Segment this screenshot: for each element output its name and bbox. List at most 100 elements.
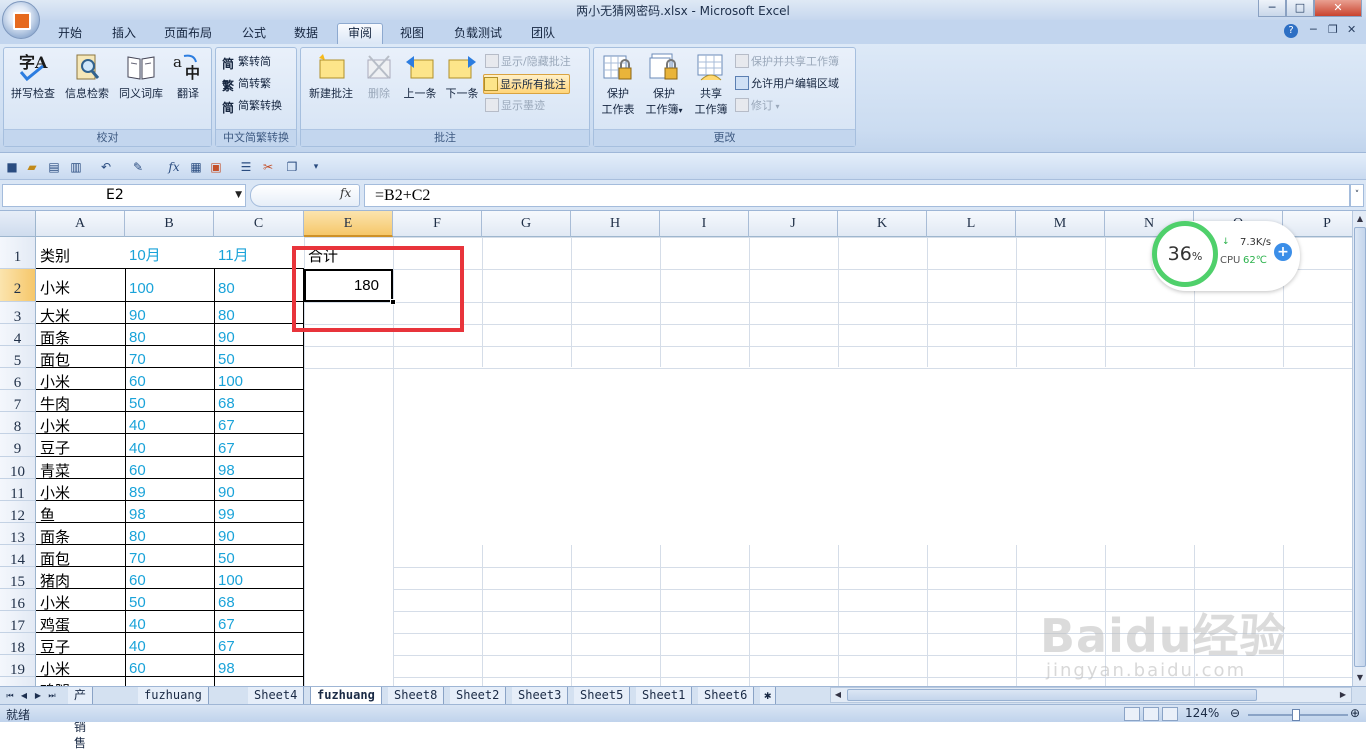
expand-formula-bar-icon[interactable]: ˅ bbox=[1350, 184, 1364, 207]
sheet-tab-6[interactable]: Sheet3 bbox=[512, 687, 569, 704]
show-hide-comment-button[interactable]: 显示/隐藏批注 bbox=[485, 52, 571, 72]
print-icon[interactable]: ▥ bbox=[68, 159, 84, 175]
cell-b14[interactable]: 70 bbox=[125, 545, 214, 567]
cell-b8[interactable]: 40 bbox=[125, 412, 214, 434]
ribbon-restore-icon[interactable]: ❐ bbox=[1328, 23, 1338, 36]
sheet-tab-8[interactable]: Sheet1 bbox=[636, 687, 693, 704]
trad-to-simp-button[interactable]: 简繁转简 bbox=[222, 52, 271, 72]
spell-check-button[interactable]: 字A 拼写检查 bbox=[8, 52, 58, 102]
vertical-scrollbar[interactable]: ▲ ▼ bbox=[1352, 211, 1366, 686]
tab-insert[interactable]: 插入 bbox=[108, 23, 140, 44]
cell-c19[interactable]: 98 bbox=[214, 655, 304, 677]
translate-button[interactable]: a中 翻译 bbox=[168, 52, 208, 102]
column-header-p[interactable]: P bbox=[1283, 211, 1352, 237]
cell-b6[interactable]: 60 bbox=[125, 368, 214, 390]
column-header-i[interactable]: I bbox=[660, 211, 749, 237]
ribbon-close-icon[interactable]: ✕ bbox=[1347, 23, 1356, 36]
column-header-e[interactable]: E bbox=[304, 211, 393, 237]
cell-a16[interactable]: 小米 bbox=[36, 589, 125, 611]
cell-a13[interactable]: 面条 bbox=[36, 523, 125, 545]
row-header-8[interactable]: 8 bbox=[0, 412, 36, 435]
scroll-left-icon[interactable]: ◀ bbox=[832, 688, 844, 702]
thesaurus-button[interactable]: 同义词库 bbox=[116, 52, 166, 102]
cell-b7[interactable]: 50 bbox=[125, 390, 214, 412]
tab-home[interactable]: 开始 bbox=[54, 23, 86, 44]
row-header-20[interactable]: 20 bbox=[0, 677, 36, 686]
name-box[interactable]: E2 ▼ bbox=[2, 184, 246, 207]
cell-c11[interactable]: 90 bbox=[214, 479, 304, 501]
cell-b5[interactable]: 70 bbox=[125, 346, 214, 368]
cell-c2[interactable]: 80 bbox=[214, 269, 304, 302]
research-button[interactable]: 信息检索 bbox=[60, 52, 114, 102]
page-layout-view-icon[interactable] bbox=[1143, 707, 1159, 721]
vertical-scroll-thumb[interactable] bbox=[1354, 227, 1366, 667]
cell-a17[interactable]: 鸡蛋 bbox=[36, 611, 125, 633]
cell-b12[interactable]: 98 bbox=[125, 501, 214, 523]
cell-a3[interactable]: 大米 bbox=[36, 302, 125, 324]
cell-c15[interactable]: 100 bbox=[214, 567, 304, 589]
cell-a9[interactable]: 豆子 bbox=[36, 434, 125, 457]
borders-icon[interactable]: ▦ bbox=[188, 159, 204, 175]
insert-rows-icon[interactable]: ☰ bbox=[238, 159, 254, 175]
tab-review[interactable]: 审阅 bbox=[337, 23, 383, 44]
help-icon[interactable]: ? bbox=[1284, 24, 1298, 38]
cell-b15[interactable]: 60 bbox=[125, 567, 214, 589]
first-sheet-icon[interactable]: ⏮ bbox=[4, 689, 16, 703]
insert-function-button[interactable]: fx bbox=[340, 186, 351, 200]
cut-icon[interactable]: ✂ bbox=[260, 159, 276, 175]
row-header-13[interactable]: 13 bbox=[0, 523, 36, 546]
cell-c7[interactable]: 68 bbox=[214, 390, 304, 412]
cell-b13[interactable]: 80 bbox=[125, 523, 214, 545]
insert-sheet-icon[interactable]: ✱ bbox=[760, 687, 777, 704]
cell-a19[interactable]: 小米 bbox=[36, 655, 125, 677]
row-header-2[interactable]: 2 bbox=[0, 269, 36, 302]
sheet-tab-3[interactable]: fuzhuang bbox=[310, 687, 382, 704]
row-header-3[interactable]: 3 bbox=[0, 302, 36, 325]
cell-b20[interactable] bbox=[125, 677, 214, 686]
tab-page-layout[interactable]: 页面布局 bbox=[160, 23, 216, 44]
row-header-4[interactable]: 4 bbox=[0, 324, 36, 347]
cell-c6[interactable]: 100 bbox=[214, 368, 304, 390]
scroll-down-icon[interactable]: ▼ bbox=[1354, 671, 1366, 685]
chevron-down-icon[interactable]: ▼ bbox=[235, 185, 242, 206]
cell-c17[interactable]: 67 bbox=[214, 611, 304, 633]
cell-c4[interactable]: 90 bbox=[214, 324, 304, 346]
customize-toolbar-icon[interactable]: ▾ bbox=[308, 159, 324, 175]
cell-c13[interactable]: 90 bbox=[214, 523, 304, 545]
cell-c9[interactable]: 67 bbox=[214, 434, 304, 457]
save-icon[interactable]: ■ bbox=[4, 159, 20, 175]
sheet-tab-5[interactable]: Sheet2 bbox=[450, 687, 507, 704]
zoom-out-icon[interactable]: ⊖ bbox=[1230, 706, 1240, 720]
column-header-c[interactable]: C bbox=[214, 211, 304, 237]
cell-a14[interactable]: 面包 bbox=[36, 545, 125, 567]
show-all-comments-button[interactable]: 显示所有批注 bbox=[483, 74, 570, 94]
scroll-right-icon[interactable]: ▶ bbox=[1337, 688, 1349, 702]
column-header-j[interactable]: J bbox=[749, 211, 838, 237]
print-preview-icon[interactable]: ▤ bbox=[46, 159, 62, 175]
share-workbook-button[interactable]: 共享 工作簿 bbox=[689, 52, 733, 118]
row-header-9[interactable]: 9 bbox=[0, 434, 36, 457]
row-header-10[interactable]: 10 bbox=[0, 457, 36, 480]
system-monitor-widget[interactable]: 36% ↓ 7.3K/s CPU 62℃ + bbox=[1152, 221, 1300, 291]
sheet-tab-0[interactable]: 产品销售 bbox=[68, 687, 94, 750]
cell-a7[interactable]: 牛肉 bbox=[36, 390, 125, 412]
cell-c18[interactable]: 67 bbox=[214, 633, 304, 655]
cell-b17[interactable]: 40 bbox=[125, 611, 214, 633]
cell-b2[interactable]: 100 bbox=[125, 269, 214, 302]
row-header-17[interactable]: 17 bbox=[0, 611, 36, 634]
new-comment-button[interactable]: 新建批注 bbox=[305, 52, 357, 102]
cell-b10[interactable]: 60 bbox=[125, 457, 214, 479]
previous-sheet-icon[interactable]: ◀ bbox=[18, 689, 30, 703]
cell-b16[interactable]: 50 bbox=[125, 589, 214, 611]
format-painter-icon[interactable]: ✎ bbox=[130, 159, 146, 175]
cell-c8[interactable]: 67 bbox=[214, 412, 304, 434]
cell-a2[interactable]: 小米 bbox=[36, 269, 125, 302]
show-ink-button[interactable]: 显示墨迹 bbox=[485, 96, 545, 116]
delete-comment-button[interactable]: 删除 bbox=[359, 52, 399, 102]
office-button[interactable] bbox=[2, 1, 40, 39]
copy-icon[interactable]: ❐ bbox=[284, 159, 300, 175]
protect-share-button[interactable]: 保护并共享工作簿 bbox=[735, 52, 839, 72]
ribbon-minimize-icon[interactable]: ─ bbox=[1310, 23, 1317, 36]
column-header-b[interactable]: B bbox=[125, 211, 214, 237]
cell-c16[interactable]: 68 bbox=[214, 589, 304, 611]
